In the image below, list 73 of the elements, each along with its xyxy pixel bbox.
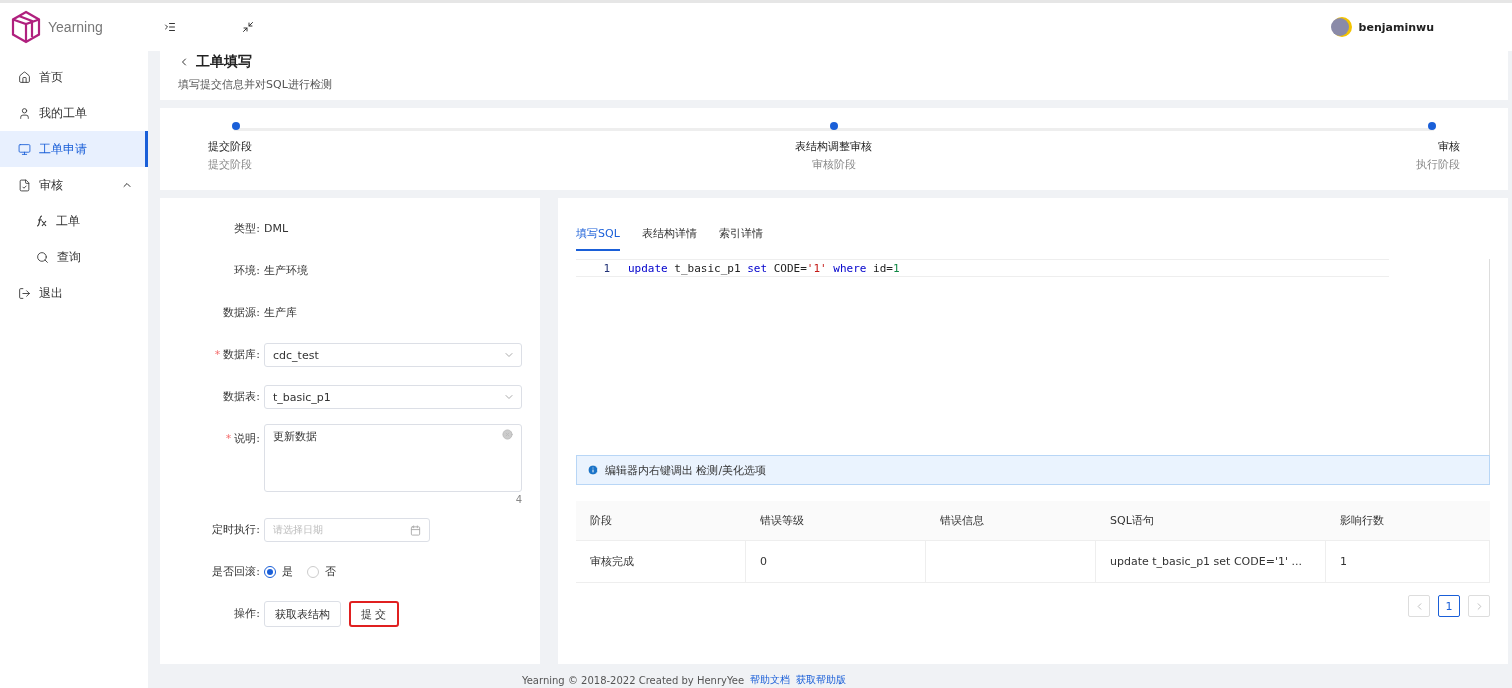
banner-text: 编辑器内右键调出 检测/美化选项	[605, 462, 767, 478]
sidebar-item[interactable]: 查询	[0, 239, 148, 275]
user-icon	[18, 106, 31, 120]
info-icon	[587, 464, 599, 476]
field-label: 定时执行:	[211, 522, 261, 538]
field-label: 数据源:	[222, 305, 261, 321]
step-dot	[1428, 122, 1436, 130]
page-subtitle: 填写提交信息并对SQL进行检测	[178, 77, 333, 92]
avatar-icon[interactable]	[1328, 15, 1353, 39]
action-button[interactable]: 获取表结构	[264, 601, 341, 627]
footer-text: Yearning © 2018-2022 Created by HenryYee	[521, 674, 745, 686]
tab[interactable]: 表结构详情	[641, 222, 697, 251]
field-value: DML	[264, 221, 289, 237]
field-label: 数据表:	[222, 389, 261, 405]
step-title: 提交阶段	[208, 139, 252, 154]
column-header: SQL语句	[1096, 501, 1326, 541]
cube-logo-icon	[10, 10, 42, 44]
step-description: 执行阶段	[1416, 157, 1460, 172]
step-description: 审核阶段	[812, 157, 856, 172]
sidebar-item[interactable]: 审核	[0, 167, 148, 203]
page-button[interactable]: 1	[1438, 595, 1460, 617]
field-label: 环境:	[233, 263, 261, 279]
character-count: 4	[515, 494, 522, 505]
column-header: 影响行数	[1326, 501, 1490, 541]
step-dot	[232, 122, 240, 130]
sidebar-item[interactable]: 首页	[0, 59, 148, 95]
menu-collapse-icon[interactable]	[164, 21, 176, 33]
footer-link[interactable]: 获取帮助版	[796, 673, 847, 687]
search-icon	[36, 250, 49, 264]
monitor-icon	[18, 142, 31, 156]
step-description: 提交阶段	[208, 157, 252, 172]
code-line: update t_basic_p1 set CODE='1' where id=1	[628, 261, 900, 275]
fullscreen-icon[interactable]	[242, 21, 254, 33]
description-field[interactable]: 更新数据	[264, 424, 522, 492]
field-value: 生产环境	[264, 263, 308, 279]
sidebar-item[interactable]: 我的工单	[0, 95, 148, 131]
column-header: 错误信息	[926, 501, 1096, 541]
column-header: 错误等级	[746, 501, 926, 541]
calendar-icon	[410, 524, 421, 536]
clear-icon[interactable]	[502, 429, 513, 440]
footer-link[interactable]: 帮助文档	[750, 673, 791, 687]
logout-icon	[18, 286, 31, 300]
field-label: 是否回滚:	[211, 564, 261, 580]
field-label: 操作:	[233, 606, 261, 622]
select-field[interactable]: cdc_test	[264, 343, 522, 367]
field-label: * 说明:	[224, 431, 261, 447]
field-label: 类型:	[233, 221, 261, 237]
field-value: 生产库	[264, 305, 297, 321]
select-field[interactable]: t_basic_p1	[264, 385, 522, 409]
table-cell: 1	[1326, 541, 1490, 583]
home-icon	[18, 70, 31, 84]
table-cell: update t_basic_p1 set CODE='1' ...	[1096, 541, 1326, 583]
field-label: * 数据库:	[213, 347, 261, 363]
sidebar-item[interactable]: 退出	[0, 275, 148, 311]
sidebar-item[interactable]: 工单	[0, 203, 148, 239]
step-dot	[830, 122, 838, 130]
sidebar-item[interactable]: 工单申请	[0, 131, 148, 167]
radio-option[interactable]: 否	[307, 557, 336, 587]
column-header: 阶段	[576, 501, 746, 541]
document-check-icon	[18, 178, 31, 192]
table-cell: 0	[746, 541, 926, 583]
step-title: 审核	[1438, 139, 1460, 154]
radio-option[interactable]: 是	[264, 557, 293, 587]
page-title: 工单填写	[196, 53, 252, 71]
function-icon	[36, 215, 48, 227]
action-button[interactable]: 提 交	[349, 601, 399, 627]
brand-name: Yearning	[48, 19, 103, 35]
user-name[interactable]: benjaminwu	[1358, 20, 1434, 34]
tab[interactable]: 填写SQL	[576, 222, 620, 251]
tab[interactable]: 索引详情	[718, 222, 763, 251]
step-title: 表结构调整审核	[795, 139, 873, 154]
line-number: 1	[602, 261, 611, 275]
table-cell: 审核完成	[576, 541, 746, 583]
